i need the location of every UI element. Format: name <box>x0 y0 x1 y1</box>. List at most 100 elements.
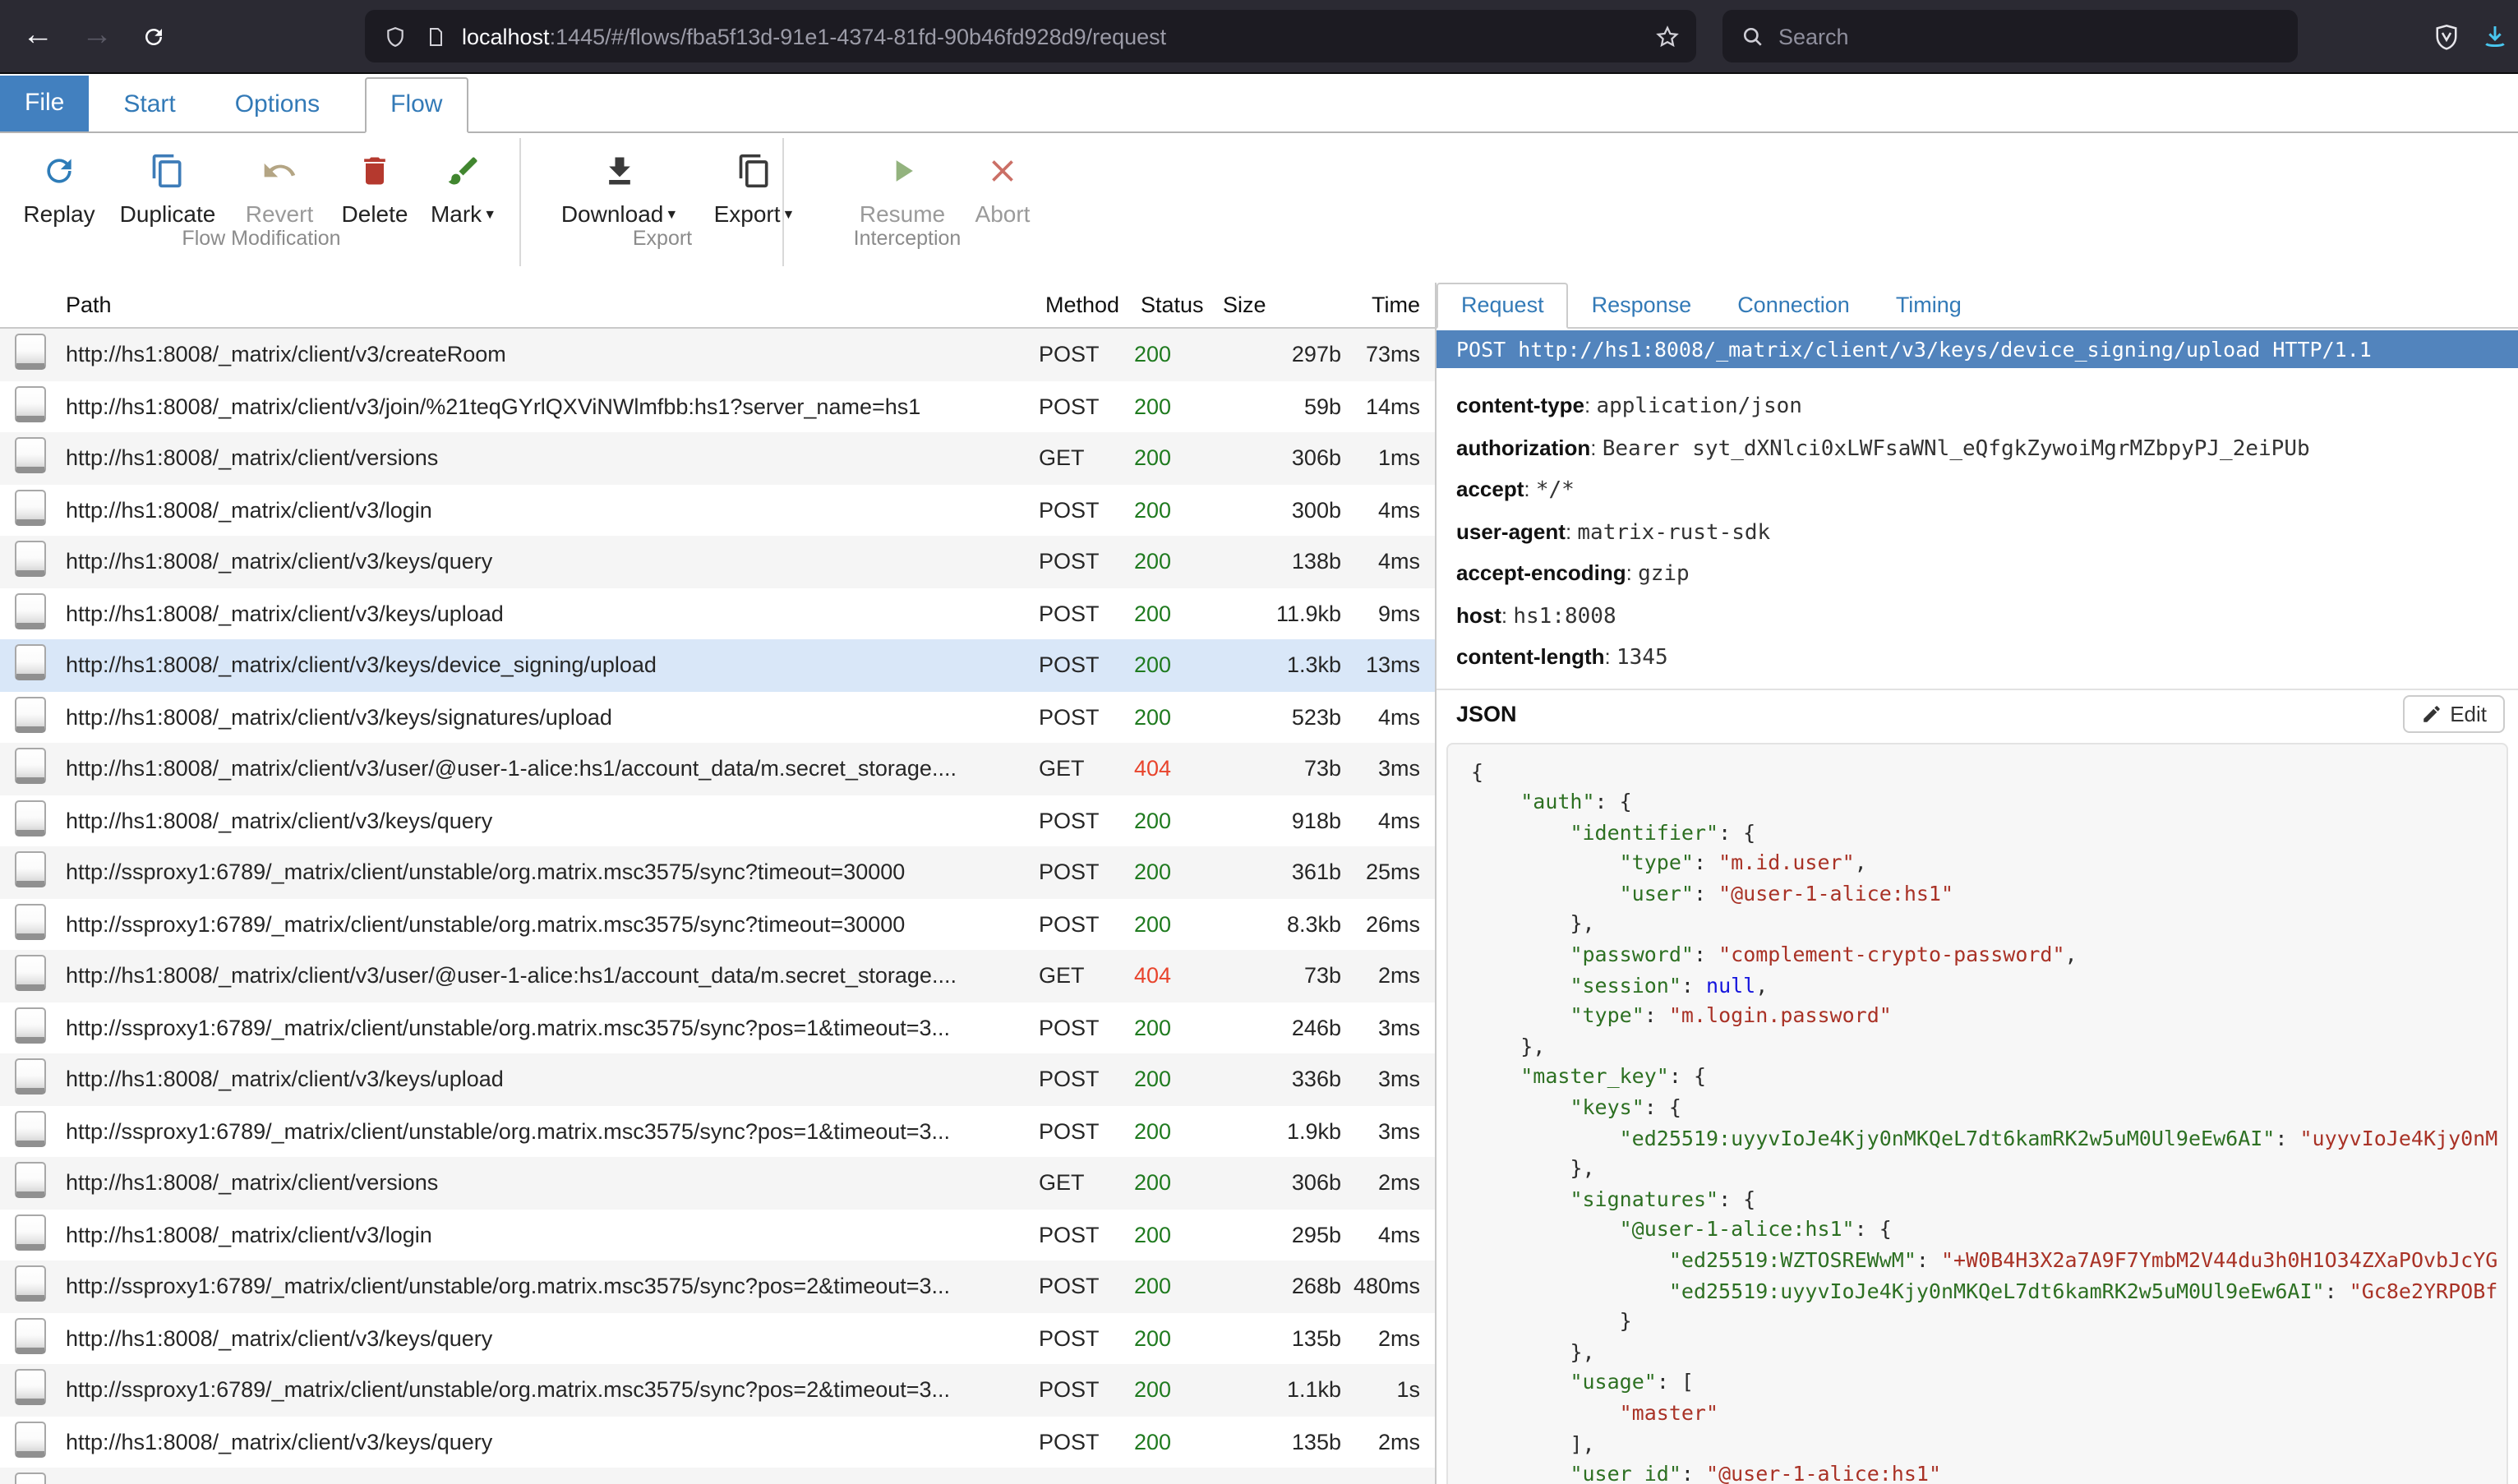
flow-row[interactable]: http://hs1:8008/_matrix/client/v3/keys/q… <box>0 536 1435 588</box>
request-header: user-agent: matrix-rust-sdk <box>1456 510 2518 552</box>
flow-row[interactable]: http://hs1:8008/_matrix/client/versionsG… <box>0 432 1435 484</box>
json-line: "usage": [ <box>1471 1368 2506 1399</box>
page-info-icon[interactable] <box>426 24 445 48</box>
column-header-path[interactable]: Path <box>59 293 1039 317</box>
json-line: }, <box>1471 1032 2506 1062</box>
export-button[interactable]: Export▼ <box>697 150 812 227</box>
flow-row[interactable]: http://hs1:8008/_matrix/client/v3/keys/s… <box>0 691 1435 743</box>
json-line: "identifier": { <box>1471 818 2506 848</box>
tab-timing[interactable]: Timing <box>1873 284 1985 327</box>
request-first-line[interactable]: POST http://hs1:8008/_matrix/client/v3/k… <box>1437 330 2518 368</box>
flow-row[interactable]: http://ssproxy1:6789/_matrix/client/unst… <box>0 1105 1435 1157</box>
forward-icon[interactable]: → <box>72 12 122 61</box>
request-header: accept: */* <box>1456 468 2518 510</box>
flow-type-icon <box>15 645 46 681</box>
flow-type-icon <box>15 697 46 733</box>
tab-response[interactable]: Response <box>1569 284 1715 327</box>
download-button[interactable]: Download▼ <box>542 150 697 227</box>
flow-row[interactable]: http://hs1:8008/_matrix/client/v3/user/@… <box>0 743 1435 795</box>
menu-tab-file[interactable]: File <box>0 76 89 131</box>
delete-button[interactable]: Delete <box>329 150 421 227</box>
export-icon <box>736 150 772 192</box>
back-icon[interactable]: ← <box>13 12 62 61</box>
body-format-bar: JSON Edit <box>1437 689 2518 739</box>
flow-type-icon <box>15 386 46 422</box>
json-line: "type": "m.login.password" <box>1471 1002 2506 1032</box>
tab-connection[interactable]: Connection <box>1714 284 1873 327</box>
flow-row[interactable]: http://hs1:8008/_matrix/client/v3/join/%… <box>0 380 1435 432</box>
flow-row[interactable]: http://hs1:8008/_matrix/client/v3/keys/q… <box>0 795 1435 846</box>
play-icon <box>884 150 920 192</box>
url-bar[interactable]: localhost:1445/#/flows/fba5f13d-91e1-437… <box>365 10 1696 62</box>
body-format-label: JSON <box>1456 702 1517 726</box>
json-line: "@user-1-alice:hs1": { <box>1471 1215 2506 1246</box>
flow-toolbar: ReplayDuplicateRevertDeleteMark▼ Download… <box>0 133 2518 284</box>
tab-request[interactable]: Request <box>1437 283 1569 329</box>
json-line: } <box>1471 1307 2506 1337</box>
flow-row[interactable]: http://ssproxy1:6789/_matrix/client/unst… <box>0 846 1435 898</box>
flow-type-icon <box>15 1111 46 1147</box>
flow-row[interactable]: http://hs1:8008/_matrix/client/v3/loginP… <box>0 484 1435 536</box>
flow-row[interactable]: http://hs1:8008/_matrix/client/v3/keys/d… <box>0 639 1435 691</box>
abort-button[interactable]: Abort <box>957 150 1049 227</box>
json-line: "ed25519:WZTOSREWwM": "+W0B4H3X2a7A9F7Ym… <box>1471 1246 2506 1276</box>
flow-row[interactable]: http://hs1:8008/_matrix/client/v3/create… <box>0 329 1435 380</box>
json-line: "ed25519:uyyvIoJe4Kjy0nMKQeL7dt6kamRK2w5… <box>1471 1123 2506 1154</box>
resume-button[interactable]: Resume <box>848 150 957 227</box>
menu-tab-options[interactable]: Options <box>210 79 344 131</box>
flow-row[interactable]: http://ssproxy1:6789/_matrix/client/unst… <box>0 1364 1435 1416</box>
json-line: }, <box>1471 1154 2506 1184</box>
flow-row[interactable]: http://ssproxy1:6789/_matrix/client/unst… <box>0 1260 1435 1312</box>
column-header-size[interactable]: Size <box>1213 293 1341 317</box>
json-line: }, <box>1471 1338 2506 1368</box>
json-line: "user": "@user-1-alice:hs1" <box>1471 879 2506 910</box>
search-input[interactable]: Search <box>1722 10 2298 62</box>
duplicate-icon <box>150 150 186 192</box>
flow-row[interactable] <box>0 1468 1435 1484</box>
flow-row[interactable]: http://hs1:8008/_matrix/client/v3/keys/q… <box>0 1416 1435 1468</box>
extension-shield-icon[interactable] <box>2434 22 2459 50</box>
edit-button[interactable]: Edit <box>2402 695 2505 733</box>
toolbar-group-label: Flow Modification <box>182 227 340 250</box>
flow-row[interactable]: http://hs1:8008/_matrix/client/versionsG… <box>0 1157 1435 1209</box>
flow-row[interactable]: http://hs1:8008/_matrix/client/v3/keys/u… <box>0 1053 1435 1105</box>
request-header: accept-encoding: gzip <box>1456 552 2518 594</box>
flow-type-icon <box>15 438 46 474</box>
shield-icon[interactable] <box>385 24 406 48</box>
flow-type-icon <box>15 1473 46 1484</box>
pencil-icon <box>2420 703 2442 725</box>
flow-type-icon <box>15 1422 46 1458</box>
flow-type-icon <box>15 800 46 836</box>
flow-row[interactable]: http://hs1:8008/_matrix/client/v3/keys/u… <box>0 588 1435 639</box>
download-icon[interactable] <box>2482 23 2508 49</box>
flow-type-icon <box>15 852 46 888</box>
mark-button[interactable]: Mark▼ <box>421 150 506 227</box>
duplicate-button[interactable]: Duplicate <box>105 150 230 227</box>
revert-button[interactable]: Revert <box>230 150 329 227</box>
flow-row[interactable]: http://hs1:8008/_matrix/client/v3/loginP… <box>0 1209 1435 1260</box>
flow-row[interactable]: http://hs1:8008/_matrix/client/v3/keys/q… <box>0 1312 1435 1364</box>
flow-type-icon <box>15 1318 46 1354</box>
flow-type-icon <box>15 593 46 629</box>
request-headers: content-type: application/jsonauthorizat… <box>1437 368 2518 678</box>
column-header-time[interactable]: Time <box>1341 293 1427 317</box>
screen: ← → localhost:1445/#/flows/fba5f13d-91e1… <box>0 0 2518 1484</box>
bookmark-star-icon[interactable] <box>1655 24 1680 48</box>
flow-row[interactable]: http://ssproxy1:6789/_matrix/client/unst… <box>0 898 1435 950</box>
column-header-method[interactable]: Method <box>1039 293 1134 317</box>
flow-row[interactable]: http://hs1:8008/_matrix/client/v3/user/@… <box>0 950 1435 1002</box>
column-header-status[interactable]: Status <box>1134 293 1213 317</box>
extension-area <box>2434 0 2508 72</box>
menu-tab-flow[interactable]: Flow <box>364 77 468 133</box>
json-line: "password": "complement-crypto-password"… <box>1471 940 2506 970</box>
flow-detail-panel: Request Response Connection Timing POST … <box>1437 283 2518 1484</box>
json-line: "keys": { <box>1471 1093 2506 1123</box>
json-line: "ed25519:uyyvIoJe4Kjy0nMKQeL7dt6kamRK2w5… <box>1471 1276 2506 1307</box>
json-line: ], <box>1471 1429 2506 1459</box>
menu-tab-start[interactable]: Start <box>99 79 200 131</box>
json-line: }, <box>1471 910 2506 940</box>
flow-row[interactable]: http://ssproxy1:6789/_matrix/client/unst… <box>0 1002 1435 1053</box>
replay-button[interactable]: Replay <box>13 150 105 227</box>
flow-type-icon <box>15 1266 46 1302</box>
reload-icon[interactable] <box>128 12 178 61</box>
